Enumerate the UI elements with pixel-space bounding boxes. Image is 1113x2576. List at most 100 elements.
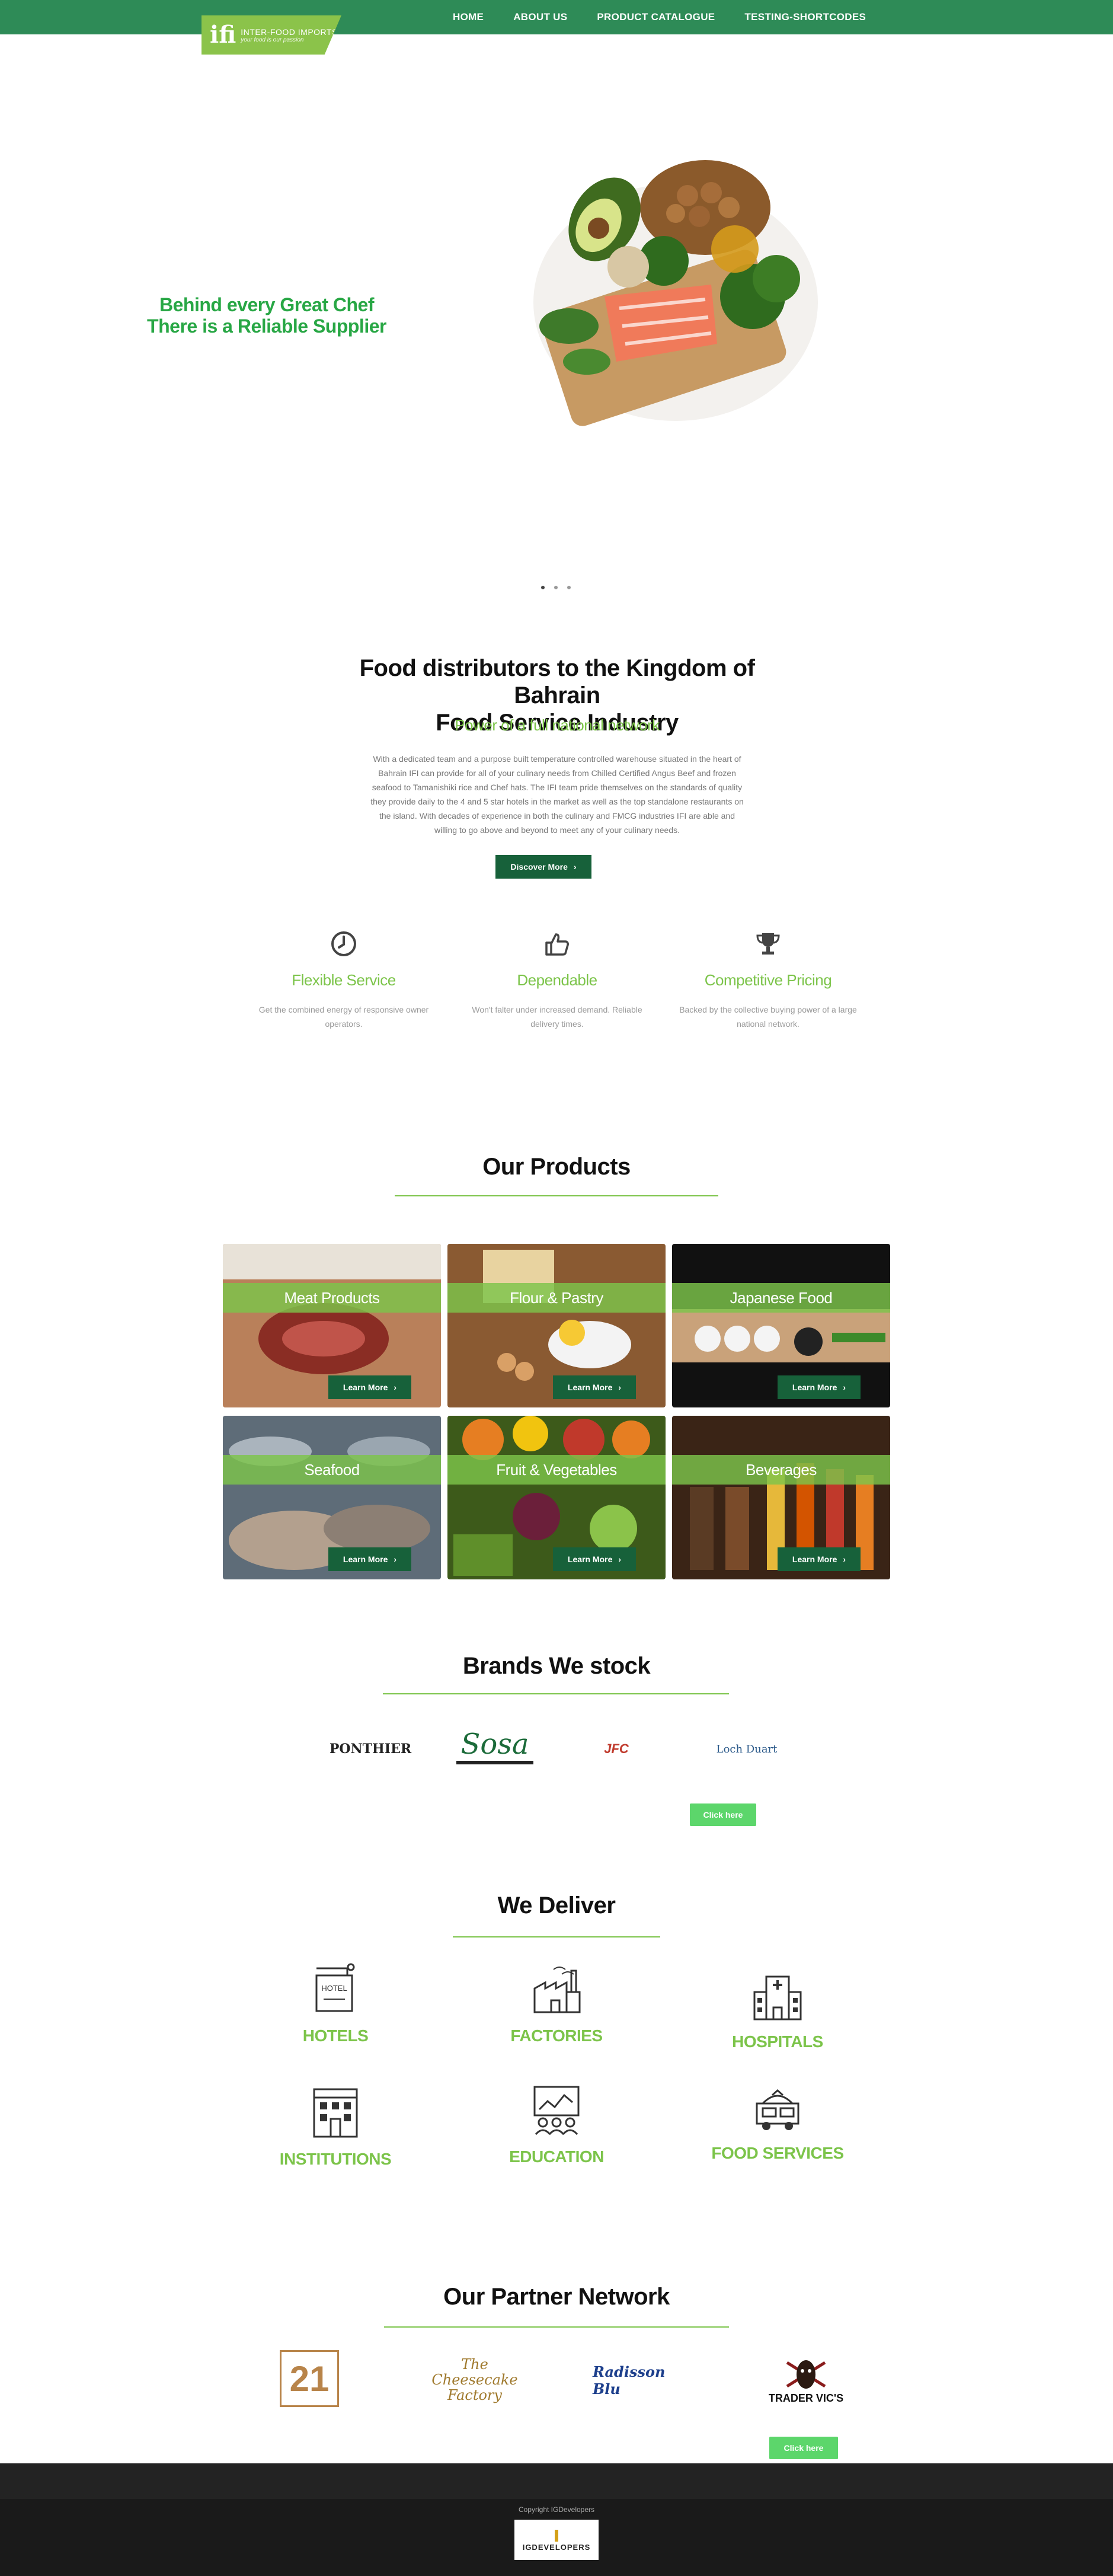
tiki-mask-icon [786, 2360, 826, 2389]
partner-name: TRADER VIC'S [768, 2392, 844, 2404]
learn-more-button[interactable]: Learn More › [778, 1375, 861, 1399]
chevron-right-icon: › [618, 1554, 622, 1564]
chevron-right-icon: › [618, 1383, 622, 1392]
feature-dependable: Dependable Won't falter under increased … [462, 930, 652, 1031]
learn-more-button[interactable]: Learn More › [328, 1375, 411, 1399]
intro-title-line-1: Food distributors to the Kingdom of Bahr… [359, 655, 755, 708]
chevron-right-icon: › [843, 1383, 846, 1392]
footer-logo[interactable]: IGDEVELOPERS [514, 2520, 599, 2560]
brand-logo-loch-duart: Loch Duart [716, 1742, 778, 1755]
learn-more-button[interactable]: Learn More › [553, 1375, 636, 1399]
partner-logo-21: 21 [280, 2350, 339, 2407]
products-divider [395, 1195, 718, 1196]
product-name: Beverages [672, 1455, 890, 1485]
product-card-beverages[interactable]: Beverages Learn More › [672, 1416, 890, 1579]
hero-tagline: Behind every Great Chef There is a Relia… [142, 294, 391, 337]
feature-title: Flexible Service [292, 971, 396, 989]
brand-logo-sosa: Sosa [450, 1719, 539, 1773]
product-name: Fruit & Vegetables [447, 1455, 666, 1485]
product-card-meat[interactable]: Meat Products Learn More › [223, 1244, 441, 1407]
deliver-factories: FACTORIES [468, 1954, 645, 2045]
feature-flexible-service: Flexible Service Get the combined energy… [249, 930, 439, 1031]
product-name: Meat Products [223, 1283, 441, 1313]
deliver-divider [453, 1936, 660, 1937]
deliver-label: FACTORIES [510, 2026, 603, 2045]
brand-logo-jfc: JFC [604, 1741, 629, 1756]
brands-heading: Brands We stock [462, 1653, 651, 1679]
deliver-education: EDUCATION [468, 2075, 645, 2166]
deliver-hospitals: HOSPITALS [689, 1960, 866, 2051]
learn-more-label: Learn More [567, 1383, 613, 1392]
partners-heading: Our Partner Network [443, 2284, 670, 2310]
hospital-icon [689, 1960, 866, 2022]
feature-competitive-pricing: Competitive Pricing Backed by the collec… [673, 930, 863, 1031]
hero-food-image [533, 160, 818, 426]
logo-tagline: your food is our passion [241, 36, 304, 43]
slider-dot[interactable] [541, 586, 545, 589]
footer-copyright: Copyright IGDevelopers [518, 2505, 595, 2514]
learn-more-button[interactable]: Learn More › [328, 1547, 411, 1571]
learn-more-label: Learn More [567, 1554, 613, 1564]
deliver-food-services: FOOD SERVICES [689, 2071, 866, 2163]
product-card-seafood[interactable]: Seafood Learn More › [223, 1416, 441, 1579]
deliver-institutions: INSTITUTIONS [247, 2077, 424, 2169]
brands-click-here-button[interactable]: Click here [690, 1803, 756, 1826]
product-name: Flour & Pastry [447, 1283, 666, 1313]
product-name: Japanese Food [672, 1283, 890, 1313]
learn-more-label: Learn More [792, 1383, 837, 1392]
feature-text: Backed by the collective buying power of… [679, 1005, 857, 1029]
discover-more-button[interactable]: Discover More › [495, 855, 591, 879]
partner-logo-trader-vics: TRADER VIC'S [759, 2348, 853, 2413]
nav-product-catalogue[interactable]: PRODUCT CATALOGUE [597, 11, 715, 23]
footer-logo-text: IGDEVELOPERS [522, 2542, 591, 2552]
feature-text: Get the combined energy of responsive ow… [258, 1005, 429, 1029]
partners-divider [384, 2326, 729, 2328]
nav-home[interactable]: HOME [453, 11, 484, 23]
hotel-sign-text: HOTEL [321, 1984, 347, 1993]
hero-line-1: Behind every Great Chef [159, 294, 374, 315]
learn-more-label: Learn More [792, 1554, 837, 1564]
chevron-right-icon: › [394, 1383, 397, 1392]
product-card-japanese-food[interactable]: Japanese Food Learn More › [672, 1244, 890, 1407]
chevron-right-icon: › [843, 1554, 846, 1564]
partner-logo-cheesecake-factory: The Cheesecake Factory [431, 2356, 518, 2403]
hotel-icon: HOTEL [247, 1954, 424, 2016]
deliver-label: HOSPITALS [732, 2032, 823, 2051]
brand-underline [456, 1761, 533, 1764]
clock-icon [249, 930, 439, 959]
feature-text: Won't falter under increased demand. Rel… [472, 1005, 642, 1029]
slider-dots [541, 586, 571, 589]
nav-testing-shortcodes[interactable]: TESTING-SHORTCODES [744, 11, 866, 23]
partner-logo-radisson: Radisson Blu [593, 2363, 666, 2398]
thumbs-up-icon [462, 930, 652, 959]
learn-more-button[interactable]: Learn More › [553, 1547, 636, 1571]
slider-dot[interactable] [567, 586, 571, 589]
learn-more-label: Learn More [343, 1383, 388, 1392]
intro-body: With a dedicated team and a purpose buil… [370, 754, 744, 835]
deliver-heading: We Deliver [497, 1892, 616, 1919]
product-card-flour-pastry[interactable]: Flour & Pastry Learn More › [447, 1244, 666, 1407]
product-name: Seafood [223, 1455, 441, 1485]
brand-name: Sosa [460, 1728, 529, 1761]
chevron-right-icon: › [394, 1554, 397, 1564]
deliver-label: FOOD SERVICES [711, 2144, 844, 2162]
feature-title: Competitive Pricing [704, 971, 832, 989]
products-heading: Our Products [482, 1154, 631, 1180]
deliver-label: INSTITUTIONS [279, 2150, 392, 2168]
deliver-label: EDUCATION [509, 2147, 604, 2166]
nav-about-us[interactable]: ABOUT US [513, 11, 567, 23]
product-card-fruit-vegetables[interactable]: Fruit & Vegetables Learn More › [447, 1416, 666, 1579]
learn-more-button[interactable]: Learn More › [778, 1547, 861, 1571]
site-logo[interactable]: ifi INTER-FOOD IMPORTS your food is our … [202, 15, 341, 55]
factory-icon [468, 1954, 645, 2016]
intro-subtitle: Power of a full national network [455, 716, 660, 734]
hero-line-2: There is a Reliable Supplier [147, 315, 386, 337]
food-truck-icon [689, 2071, 866, 2133]
deliver-label: HOTELS [302, 2026, 369, 2045]
slider-dot[interactable] [554, 586, 558, 589]
chevron-right-icon: › [573, 862, 577, 872]
logo-mark-icon: ifi [210, 21, 236, 49]
main-nav: HOME ABOUT US PRODUCT CATALOGUE TESTING-… [453, 0, 895, 34]
feature-title: Dependable [517, 971, 597, 989]
partners-click-here-button[interactable]: Click here [769, 2437, 838, 2459]
